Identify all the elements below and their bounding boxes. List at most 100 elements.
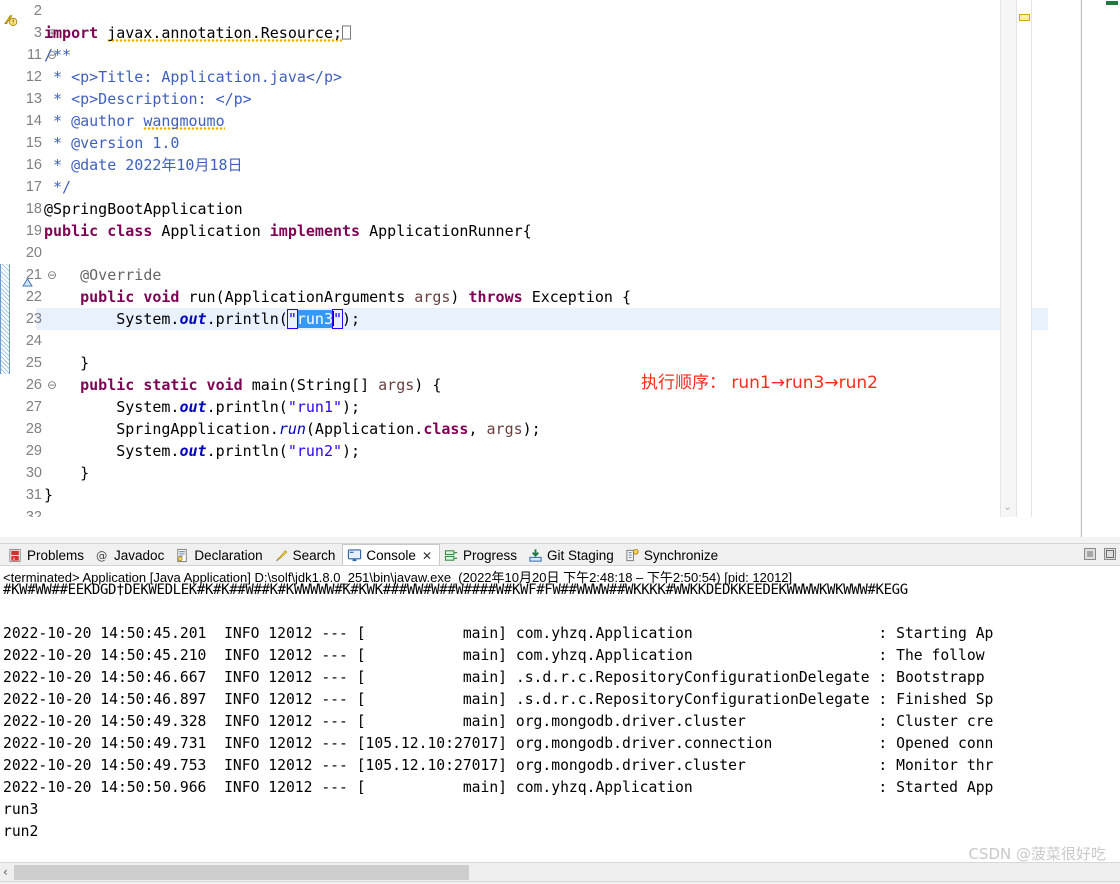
overview-warning-marker[interactable] [1019, 14, 1030, 21]
progress-icon [444, 549, 458, 561]
tab-label: Git Staging [547, 547, 614, 563]
code-text: * <p>Title: Application.java</p> [44, 68, 343, 86]
code-editor-area[interactable]: 2 3 ⊕ import javax.annotation.Resource;⎕ 11 ⊖… [0, 0, 1120, 537]
git-staging-icon [529, 548, 542, 562]
javadoc-icon: @ [95, 548, 110, 563]
tab-label: Declaration [194, 547, 263, 563]
search-icon [275, 549, 287, 561]
code-text: } [44, 354, 90, 372]
tab-progress[interactable]: Progress [440, 544, 524, 566]
maximize-view-button[interactable] [1102, 546, 1118, 562]
editor-vertical-scrollbar[interactable]: ⌄ [1000, 0, 1016, 517]
synchronize-icon [626, 548, 639, 561]
code-text: * <p>Description: </p> [44, 90, 252, 108]
line-number: 22 [25, 289, 42, 305]
code-text: public void run(ApplicationArguments arg… [80, 288, 632, 306]
console-log-line: 2022-10-20 14:50:45.201 INFO 12012 --- [… [3, 625, 994, 642]
console-log-line: 2022-10-20 14:50:46.897 INFO 12012 --- [… [3, 691, 994, 708]
problems-icon: x [9, 548, 21, 562]
tab-git-staging[interactable]: Git Staging [524, 544, 621, 566]
line-number: 29 [25, 443, 42, 459]
selected-text[interactable]: run3 [296, 310, 333, 328]
tab-synchronize[interactable]: Synchronize [621, 544, 725, 566]
line-number: 28 [25, 421, 42, 437]
code-text: @Override [44, 266, 162, 284]
code-text: } [44, 486, 54, 504]
tab-javadoc[interactable]: @ Javadoc [91, 544, 171, 566]
line-number: 16 [25, 157, 42, 173]
scrollbar-thumb[interactable] [14, 865, 469, 880]
console-log-line: 2022-10-20 14:50:50.966 INFO 12012 --- [… [3, 779, 994, 796]
console-log-line: 2022-10-20 14:50:49.753 INFO 12012 --- [… [3, 757, 994, 774]
console-output[interactable]: 2022-10-20 14:50:45.201 INFO 12012 --- [… [0, 623, 1120, 853]
line-number: 25 [25, 355, 42, 371]
line-number: 31 [25, 487, 42, 503]
line-number: 24 [25, 333, 42, 349]
csdn-watermark: CSDN @菠菜很好吃 [968, 845, 1106, 863]
line-number: 23 [25, 311, 42, 327]
code-text: * @author wangmoumo [44, 112, 225, 131]
green-marker-icon [1106, 1, 1118, 5]
scroll-left-arrow-icon[interactable]: ‹ [3, 865, 8, 879]
string-quote: " [331, 309, 344, 329]
tab-console[interactable]: Console ✕ [342, 544, 440, 566]
line-number: 14 [25, 113, 42, 129]
line-number: 27 [25, 399, 42, 415]
console-log-line: 2022-10-20 14:50:46.667 INFO 12012 --- [… [3, 669, 985, 686]
code-text: */ [44, 178, 72, 196]
view-toolbar-buttons[interactable] [1082, 546, 1118, 562]
synchronize-icon [625, 548, 640, 563]
tab-label: Progress [463, 547, 518, 563]
code-text: import javax.annotation.Resource;⎕ [44, 24, 352, 43]
svg-text:@: @ [96, 549, 107, 562]
close-icon[interactable]: ✕ [422, 549, 432, 563]
tab-label: Console [366, 548, 416, 563]
line-number: 21 [25, 267, 42, 283]
code-text: public static void main(String[] args) { [80, 376, 442, 394]
tab-label: Javadoc [114, 547, 165, 563]
code-text: * @version 1.0 [44, 134, 180, 152]
editor-canvas[interactable]: 2 3 ⊕ import javax.annotation.Resource;⎕ 11 ⊖… [0, 0, 1048, 517]
line-number: 17 [25, 179, 42, 195]
console-log-line: run3 [3, 801, 39, 818]
line-number: 19 [25, 223, 42, 239]
tab-label: Synchronize [643, 547, 719, 563]
view-tabs[interactable]: x Problems @ Javadoc Declaration Search Consol… [4, 544, 725, 566]
code-text: * @date 2022年10月18日 [44, 156, 243, 174]
line-number: 18 [25, 201, 42, 217]
code-text: /** [44, 46, 72, 64]
code-text: SpringApplication.run(Application.class,… [44, 420, 541, 438]
declaration-icon [175, 548, 190, 563]
tab-problems[interactable]: x Problems [4, 544, 91, 566]
code-text: System.out.println("run1"); [44, 398, 361, 416]
minimize-view-button[interactable] [1082, 546, 1098, 562]
code-text: @SpringBootApplication [44, 200, 243, 218]
console-log-line: 2022-10-20 14:50:45.210 INFO 12012 --- [… [3, 647, 985, 664]
console-icon [347, 548, 362, 563]
console-view[interactable]: <terminated> Application [Java Applicati… [0, 565, 1120, 865]
view-tab-bar[interactable]: x Problems @ Javadoc Declaration Search Consol… [0, 543, 1120, 566]
line-number: 20 [25, 245, 42, 261]
scroll-down-arrow-icon[interactable]: ⌄ [1003, 500, 1012, 513]
line-number: 15 [25, 135, 42, 151]
problems-icon: x [8, 548, 23, 563]
javadoc-icon: @ [96, 549, 107, 562]
line-number: 26 [25, 377, 42, 393]
console-log-line: 2022-10-20 14:50:49.328 INFO 12012 --- [… [3, 713, 994, 730]
tab-search[interactable]: Search [270, 544, 343, 566]
line-number: 30 [25, 465, 42, 481]
editor-overview-ruler[interactable] [1016, 0, 1032, 517]
line-number: 2 [33, 3, 42, 19]
tab-declaration[interactable]: Declaration [171, 544, 269, 566]
search-icon [274, 548, 289, 563]
console-log-line: 2022-10-20 14:50:49.731 INFO 12012 --- [… [3, 735, 994, 752]
code-text: } [44, 464, 90, 482]
console-horizontal-scrollbar[interactable]: ‹ [0, 862, 1120, 881]
line-number: 13 [25, 91, 42, 107]
code-text: public class Application implements Appl… [44, 222, 532, 240]
git-staging-icon [528, 548, 543, 563]
secondary-editor-panel[interactable] [1081, 0, 1120, 537]
declaration-icon [177, 548, 188, 562]
line-number: 11 [26, 47, 42, 63]
string-quote: " [286, 309, 298, 329]
